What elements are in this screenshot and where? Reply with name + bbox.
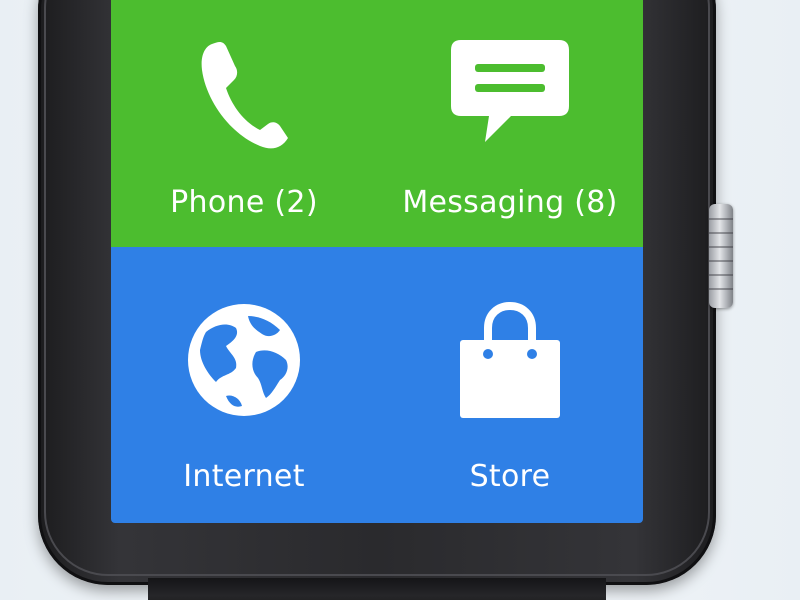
crown-groove [709,218,733,220]
internet-app-label: Internet [183,459,305,494]
crown-groove [709,274,733,276]
phone-app-label: Phone (2) [170,185,318,220]
messaging-app-label: Messaging (8) [402,185,618,220]
phone-app-tile[interactable]: Phone (2) [111,0,377,247]
product-scene: Phone (2) Messaging (8) Internet Store [0,0,800,600]
shopping-bag-icon [460,302,560,418]
crown-groove [709,260,733,262]
chat-bubble-icon [451,40,569,142]
crown-groove [709,246,733,248]
app-row-top: Phone (2) Messaging (8) [111,0,643,247]
app-row-bottom: Internet Store [111,247,643,523]
crown-groove [709,232,733,234]
watch-strap [148,578,606,600]
globe-icon [188,304,300,416]
watch-crown-button[interactable] [709,204,733,308]
watch-screen: Phone (2) Messaging (8) Internet Store [111,0,643,523]
messaging-app-tile[interactable]: Messaging (8) [377,0,643,247]
store-app-label: Store [469,459,551,494]
store-app-tile[interactable]: Store [377,247,643,523]
internet-app-tile[interactable]: Internet [111,247,377,523]
crown-groove [709,288,733,290]
phone-icon [201,42,288,149]
